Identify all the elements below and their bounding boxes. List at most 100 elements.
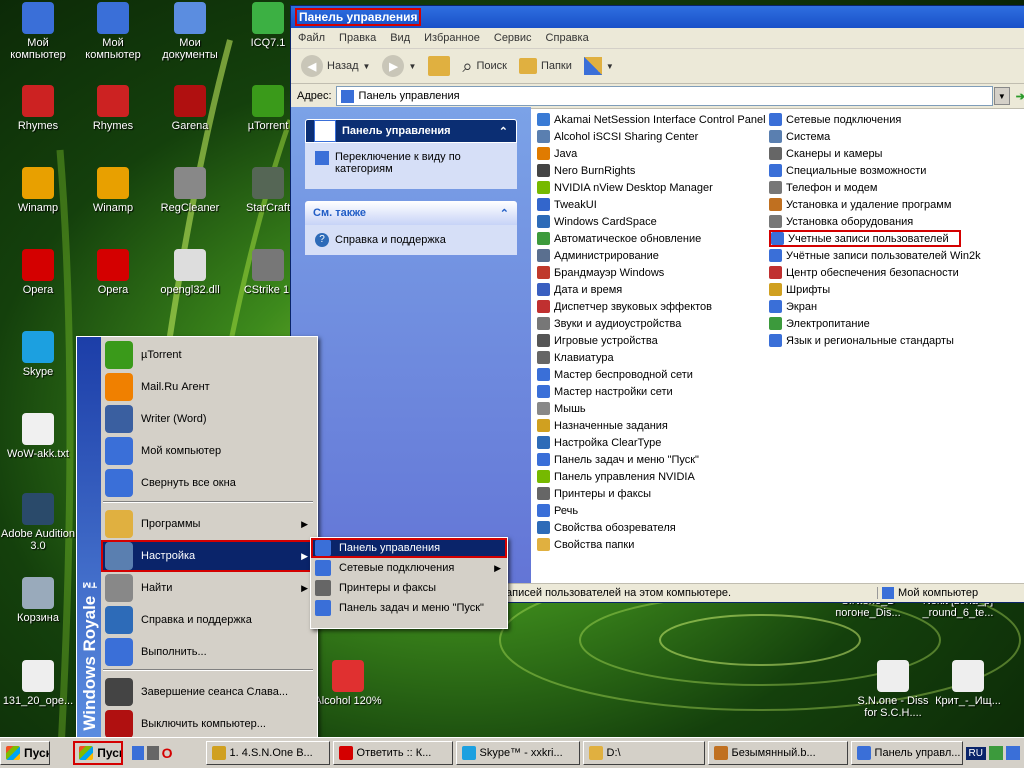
start-menu-item[interactable]: Завершение сеанса Слава... (101, 676, 316, 708)
back-button[interactable]: ◀ Назад ▼ (297, 53, 374, 79)
folders-button[interactable]: Папки (515, 56, 576, 76)
cp-item[interactable]: Java (537, 145, 769, 162)
desktop-icon[interactable]: Adobe Audition 3.0 (0, 493, 76, 552)
desktop-icon[interactable]: Garena (152, 85, 228, 132)
cp-item[interactable]: Назначенные задания (537, 417, 769, 434)
desktop-icon[interactable]: Rhymes (0, 85, 76, 132)
cp-item[interactable]: Центр обеспечения безопасности (769, 264, 1001, 281)
taskbar-task-button[interactable]: D:\ (582, 741, 705, 765)
cp-item[interactable]: Nero BurnRights (537, 162, 769, 179)
language-indicator[interactable]: RU (965, 746, 986, 760)
search-button[interactable]: ⌕ Поиск (458, 54, 511, 79)
menu-5[interactable]: Справка (539, 32, 596, 44)
cp-item[interactable]: Мышь (537, 400, 769, 417)
start-menu-item[interactable]: Выполнить... (101, 636, 316, 668)
start-menu-item[interactable]: µTorrent (101, 339, 316, 371)
submenu-item[interactable]: Панель задач и меню "Пуск" (311, 598, 507, 618)
desktop-icon[interactable]: Opera (0, 249, 76, 296)
panel-header-see-also[interactable]: См. также ⌃ (305, 201, 517, 225)
cp-item[interactable]: Мастер беспроводной сети (537, 366, 769, 383)
cp-item[interactable]: Игровые устройства (537, 332, 769, 349)
cp-item[interactable]: Учётные записи пользователей Win2k (769, 247, 1001, 264)
desktop-icon[interactable]: Opera (75, 249, 151, 296)
desktop-icon[interactable]: Крит_-_Ищ... (930, 660, 1006, 707)
start-button-alt[interactable]: Пуск (0, 741, 51, 765)
cp-item[interactable]: Брандмауэр Windows (537, 264, 769, 281)
tray-icon[interactable] (989, 746, 1003, 760)
view-button[interactable]: ▼ (580, 55, 618, 77)
forward-button[interactable]: ▶ ▼ (378, 53, 420, 79)
cp-item[interactable]: Панель задач и меню "Пуск" (537, 451, 769, 468)
cp-item[interactable]: Телефон и модем (769, 179, 1001, 196)
show-desktop-icon[interactable] (132, 746, 145, 760)
cp-item[interactable]: Клавиатура (537, 349, 769, 366)
cp-item[interactable]: Akamai NetSession Interface Control Pane… (537, 111, 769, 128)
start-menu-item[interactable]: Mail.Ru Агент (101, 371, 316, 403)
cp-item[interactable]: Установка и удаление программ (769, 196, 1001, 213)
cp-item[interactable]: Учетные записи пользователей (769, 230, 961, 247)
cp-item[interactable]: Windows CardSpace (537, 213, 769, 230)
collapse-icon[interactable]: ⌃ (499, 125, 508, 138)
up-folder-button[interactable] (424, 54, 454, 78)
collapse-icon[interactable]: ⌃ (500, 207, 509, 220)
taskbar-task-button[interactable]: Безымянный.b... (707, 741, 848, 765)
cp-item[interactable]: Установка оборудования (769, 213, 1001, 230)
desktop-icon[interactable]: Мой компьютер (0, 2, 76, 61)
submenu-item[interactable]: Принтеры и факсы (311, 578, 507, 598)
cp-item[interactable]: Язык и региональные стандарты (769, 332, 1001, 349)
cp-item[interactable]: Диспетчер звуковых эффектов (537, 298, 769, 315)
cp-item[interactable]: Автоматическое обновление (537, 230, 769, 247)
menu-2[interactable]: Вид (383, 32, 417, 44)
cp-item[interactable]: Шрифты (769, 281, 1001, 298)
quicklaunch-icon[interactable] (147, 746, 159, 760)
taskbar-task-button[interactable]: Панель управл... (850, 741, 963, 765)
cp-item[interactable]: Администрирование (537, 247, 769, 264)
start-menu-item[interactable]: Настройка ▶ (101, 540, 316, 572)
tray-icon[interactable] (1006, 746, 1020, 760)
taskbar-task-button[interactable]: Ответить :: К... (332, 741, 453, 765)
cp-item[interactable]: Принтеры и факсы (537, 485, 769, 502)
cp-item[interactable]: Сетевые подключения (769, 111, 1001, 128)
cp-item[interactable]: Дата и время (537, 281, 769, 298)
cp-item[interactable]: Звуки и аудиоустройства (537, 315, 769, 332)
cp-item[interactable]: Экран (769, 298, 1001, 315)
start-menu-item[interactable]: Справка и поддержка (101, 604, 316, 636)
cp-item[interactable]: Панель управления NVIDIA (537, 468, 769, 485)
cp-item[interactable]: Настройка ClearType (537, 434, 769, 451)
start-menu-item[interactable]: Writer (Word) (101, 403, 316, 435)
desktop-icon[interactable]: Мои документы (152, 2, 228, 61)
cp-item[interactable]: Специальные возможности (769, 162, 1001, 179)
desktop-icon[interactable]: opengl32.dll (152, 249, 228, 296)
address-input[interactable]: Панель управления (335, 86, 993, 106)
taskbar-task-button[interactable]: 1. 4.S.N.One B... (205, 741, 330, 765)
cp-item[interactable]: Система (769, 128, 1001, 145)
taskbar-task-button[interactable]: Skype™ - xxkri... (455, 741, 580, 765)
menu-1[interactable]: Правка (332, 32, 383, 44)
switch-category-view-link[interactable]: Переключение к виду по категориям (315, 151, 507, 175)
menu-0[interactable]: Файл (291, 32, 332, 44)
start-menu-item[interactable]: Мой компьютер (101, 435, 316, 467)
start-button[interactable]: Пуск (73, 741, 124, 765)
desktop-icon[interactable]: Rhymes (75, 85, 151, 132)
cp-item[interactable]: Речь (537, 502, 769, 519)
cp-item[interactable]: TweakUI (537, 196, 769, 213)
desktop-icon[interactable]: Alcohol 120% (310, 660, 386, 707)
opera-quicklaunch-icon[interactable]: O (162, 745, 173, 761)
desktop-icon[interactable]: Skype (0, 331, 76, 378)
panel-header-control-panel[interactable]: Панель управления ⌃ (305, 119, 517, 143)
desktop-icon[interactable]: 131_20_ope... (0, 660, 76, 707)
desktop-icon[interactable]: WoW-akk.txt (0, 413, 76, 460)
start-menu-item[interactable]: Выключить компьютер... (101, 708, 316, 740)
cp-item[interactable]: NVIDIA nView Desktop Manager (537, 179, 769, 196)
address-dropdown-button[interactable]: ▼ (993, 87, 1010, 105)
cp-item[interactable]: Свойства папки (537, 536, 769, 553)
desktop-icon[interactable]: Winamp (0, 167, 76, 214)
submenu-item[interactable]: Панель управления (311, 538, 507, 558)
window-title-bar[interactable]: Панель управления (291, 6, 1024, 28)
desktop-icon[interactable]: Winamp (75, 167, 151, 214)
desktop-icon[interactable]: S.N.one - Diss for S.C.H.... (855, 660, 931, 719)
cp-item[interactable]: Электропитание (769, 315, 1001, 332)
desktop-icon[interactable]: RegCleaner (152, 167, 228, 214)
start-menu-item[interactable]: Программы ▶ (101, 508, 316, 540)
menu-3[interactable]: Избранное (417, 32, 487, 44)
